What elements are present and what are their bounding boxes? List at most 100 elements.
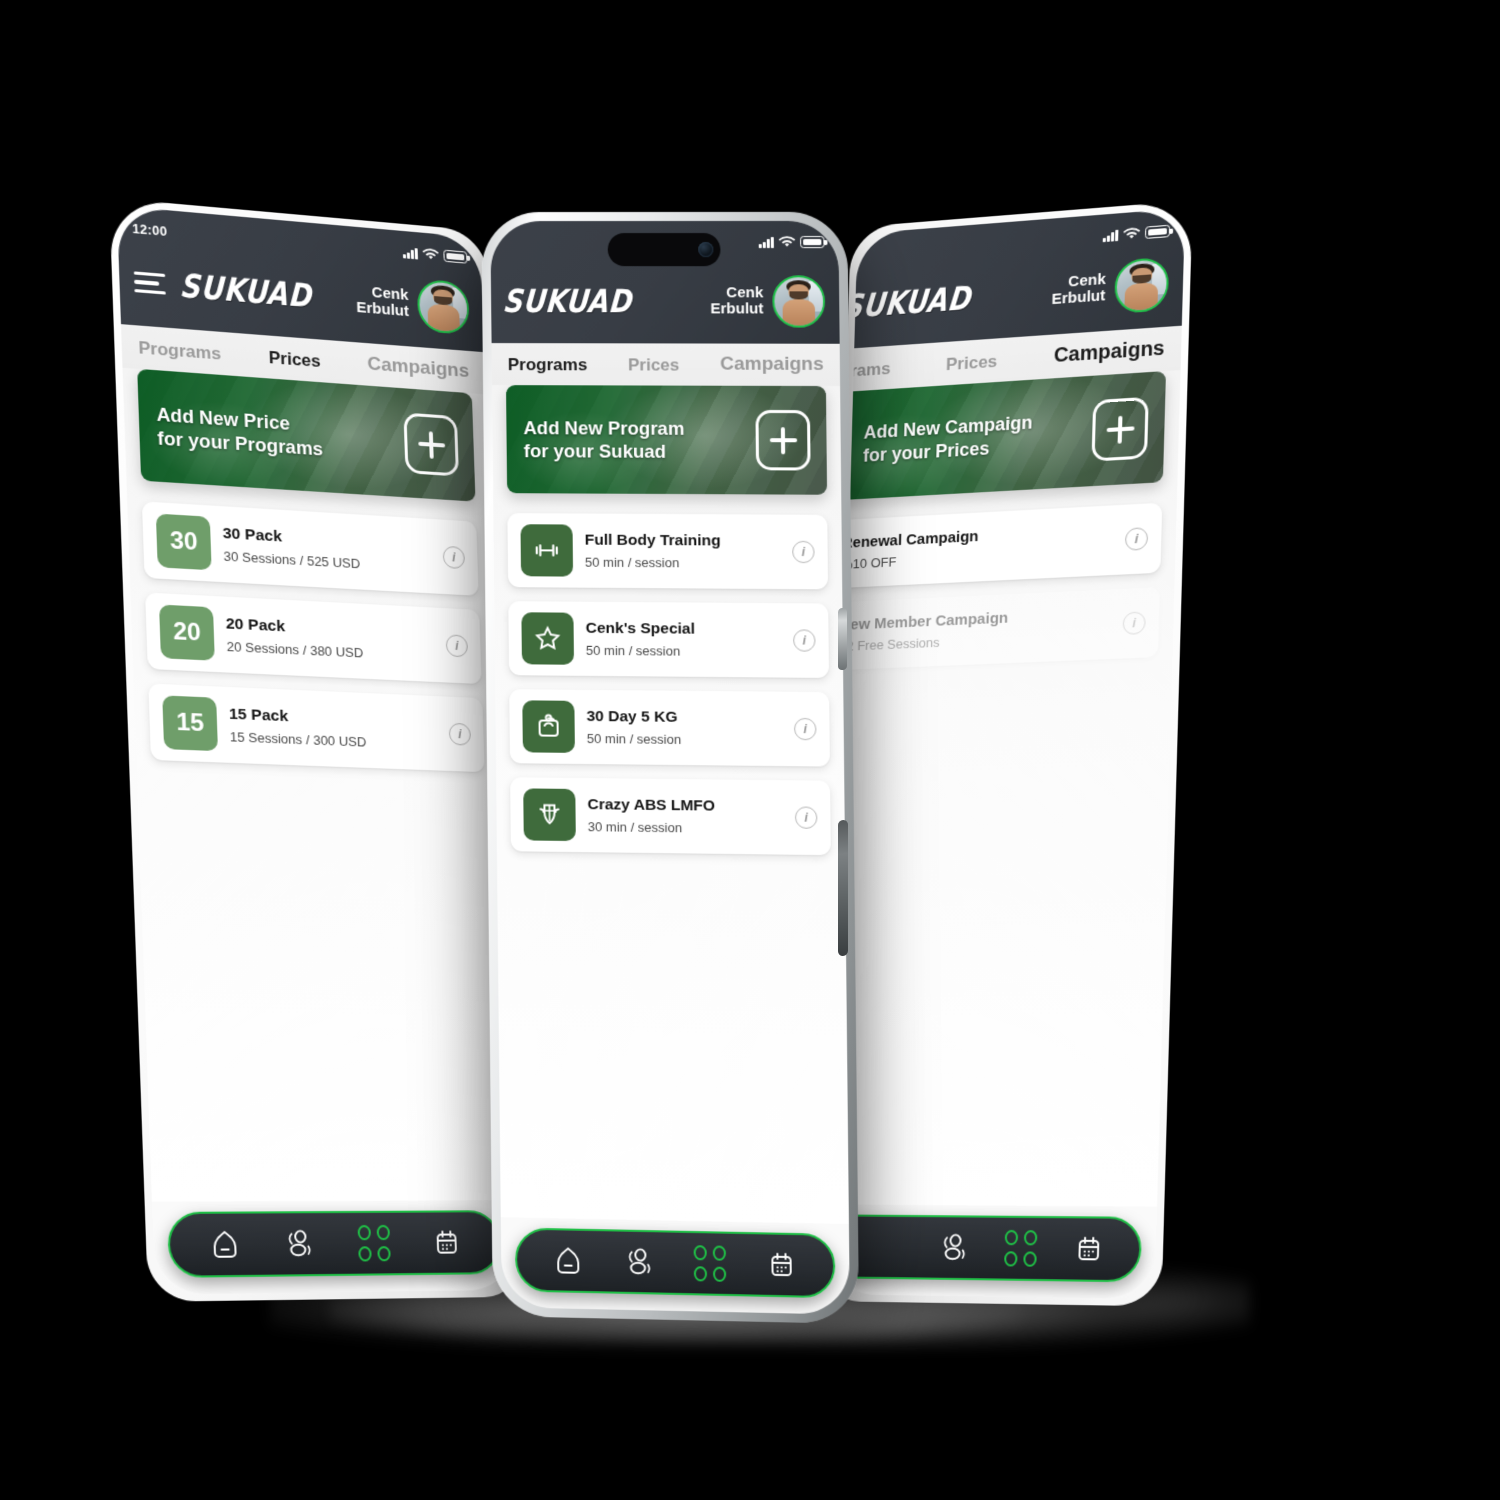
wifi-icon xyxy=(422,247,439,261)
mockup-stage: 12:00 SUKUAD Cenk Erbulut Programs Price… xyxy=(0,0,1500,1500)
pack-badge: 30 xyxy=(155,513,212,571)
battery-icon xyxy=(443,249,468,264)
grid-apps-icon[interactable] xyxy=(689,1242,732,1285)
add-plus-icon[interactable] xyxy=(1091,396,1149,462)
header-left: SUKUAD xyxy=(503,283,636,320)
avatar[interactable] xyxy=(416,278,470,336)
screen-campaigns: 12:00 SUKUAD Cenk Erbulut xyxy=(828,208,1186,1300)
item-text: Cenk's Special 50 min / session xyxy=(586,620,782,660)
list-item[interactable]: Cenk's Special 50 min / session i xyxy=(508,601,829,678)
add-plus-icon[interactable] xyxy=(403,412,459,477)
members-icon[interactable] xyxy=(278,1222,322,1265)
info-icon[interactable]: i xyxy=(1122,611,1146,635)
info-icon[interactable]: i xyxy=(794,806,818,829)
signal-bars-icon xyxy=(403,247,418,259)
members-icon[interactable] xyxy=(933,1226,976,1269)
calendar-icon[interactable] xyxy=(425,1221,468,1263)
members-icon[interactable] xyxy=(618,1241,661,1284)
app-header: 12:00 SUKUAD Cenk Erbulut xyxy=(843,208,1186,349)
tab-programs[interactable]: Programs xyxy=(508,355,588,375)
list-item[interactable]: Full Body Training 50 min / session i xyxy=(507,513,829,590)
tab-prices[interactable]: Prices xyxy=(628,355,680,375)
banner-title: Add New Campaign for your Prices xyxy=(862,412,1033,466)
list-item[interactable]: 15 15 Pack 15 Sessions / 300 USD i xyxy=(148,683,485,773)
avatar[interactable] xyxy=(772,275,826,328)
header-left: SUKUAD xyxy=(133,266,316,315)
list-item[interactable]: Renewal Campaign %10 OFF i xyxy=(830,502,1163,589)
list-item[interactable]: 20 20 Pack 20 Sessions / 380 USD i xyxy=(145,592,482,685)
header-left: SUKUAD xyxy=(843,279,976,325)
tab-prices[interactable]: Prices xyxy=(946,352,998,376)
header-row: SUKUAD Cenk Erbulut xyxy=(133,255,470,336)
phone-right-campaigns: 12:00 SUKUAD Cenk Erbulut xyxy=(821,200,1193,1307)
calendar-icon[interactable] xyxy=(1067,1227,1111,1270)
add-new-program-banner[interactable]: Add New Program for your Sukuad xyxy=(506,385,828,495)
grid-apps-icon[interactable] xyxy=(352,1222,396,1265)
status-icons xyxy=(758,236,825,249)
item-title: 30 Day 5 KG xyxy=(586,707,678,726)
bottom-nav xyxy=(166,1210,502,1278)
add-plus-icon[interactable] xyxy=(755,409,811,471)
user-name: Cenk Erbulut xyxy=(710,284,764,318)
item-title: Full Body Training xyxy=(584,531,721,550)
tab-campaigns[interactable]: Campaigns xyxy=(367,353,469,383)
header-right[interactable]: Cenk Erbulut xyxy=(355,273,470,336)
tab-prices[interactable]: Prices xyxy=(268,348,321,372)
avatar[interactable] xyxy=(1114,256,1170,314)
item-title: Cenk's Special xyxy=(585,619,696,638)
banner-title: Add New Price for your Programs xyxy=(156,402,324,460)
wifi-icon xyxy=(1123,227,1141,241)
item-text: 20 Pack 20 Sessions / 380 USD xyxy=(226,615,435,664)
info-icon[interactable]: i xyxy=(448,722,472,746)
bottom-nav-wrap xyxy=(501,1217,850,1314)
list-item[interactable]: 30 30 Pack 30 Sessions / 525 USD i xyxy=(141,501,479,596)
header-right[interactable]: Cenk Erbulut xyxy=(1051,256,1170,319)
info-icon[interactable]: i xyxy=(442,545,466,570)
status-bar: 12:00 xyxy=(870,220,1171,265)
list-item[interactable]: 30 Day 5 KG 50 min / session i xyxy=(509,689,830,767)
phone-left-prices: 12:00 SUKUAD Cenk Erbulut Programs Price… xyxy=(109,197,524,1302)
tab-programs[interactable]: Programs xyxy=(138,338,221,365)
bottom-nav xyxy=(828,1214,1143,1283)
hamburger-menu-icon[interactable] xyxy=(133,269,166,297)
item-text: 15 Pack 15 Sessions / 300 USD xyxy=(229,705,438,752)
silence-switch[interactable] xyxy=(838,607,847,671)
app-header: 12:00 SUKUAD Cenk Erbulut xyxy=(490,220,840,344)
tab-bar: Programs Prices Campaigns xyxy=(491,343,841,387)
item-subtitle: 50 min / session xyxy=(586,730,682,747)
item-subtitle: 15 Sessions / 300 USD xyxy=(229,728,367,750)
item-text: Full Body Training 50 min / session xyxy=(585,532,781,572)
grid-apps-icon[interactable] xyxy=(999,1227,1043,1270)
bottom-nav-wrap xyxy=(828,1204,1157,1299)
info-icon[interactable]: i xyxy=(793,629,816,652)
item-subtitle: 50 min / session xyxy=(584,554,680,570)
item-subtitle: 50 min / session xyxy=(585,642,681,659)
status-time: 12:00 xyxy=(132,221,168,240)
list-item[interactable]: New Member Campaign +2 Free Sessions i xyxy=(830,587,1160,671)
info-icon[interactable]: i xyxy=(792,540,815,564)
home-icon[interactable] xyxy=(202,1223,247,1266)
tab-campaigns[interactable]: Campaigns xyxy=(720,354,824,376)
list-item[interactable]: Crazy ABS LMFO 30 min / session i xyxy=(510,777,831,856)
info-icon[interactable]: i xyxy=(1124,527,1149,551)
pack-badge: 15 xyxy=(162,695,218,752)
screen-prices: 12:00 SUKUAD Cenk Erbulut Programs Price… xyxy=(116,205,517,1295)
scale-icon xyxy=(522,700,575,753)
header-right[interactable]: Cenk Erbulut xyxy=(710,275,826,328)
header-row: SUKUAD Cenk Erbulut xyxy=(503,275,826,328)
tab-campaigns[interactable]: Campaigns xyxy=(1053,337,1164,368)
item-subtitle: 30 min / session xyxy=(587,818,683,835)
star-icon xyxy=(521,612,575,665)
item-title: Crazy ABS LMFO xyxy=(587,796,716,815)
item-text: New Member Campaign +2 Free Sessions xyxy=(839,605,1111,655)
abs-torso-icon xyxy=(523,788,576,842)
battery-icon xyxy=(1144,224,1171,239)
brand-logo: SUKUAD xyxy=(180,266,316,315)
add-new-campaign-banner[interactable]: Add New Campaign for your Prices xyxy=(830,370,1167,502)
info-icon[interactable]: i xyxy=(445,634,469,658)
power-button[interactable] xyxy=(838,819,848,957)
item-text: 30 Pack 30 Sessions / 525 USD xyxy=(222,525,431,576)
calendar-icon[interactable] xyxy=(760,1243,803,1286)
home-icon[interactable] xyxy=(547,1239,590,1282)
info-icon[interactable]: i xyxy=(794,717,817,741)
